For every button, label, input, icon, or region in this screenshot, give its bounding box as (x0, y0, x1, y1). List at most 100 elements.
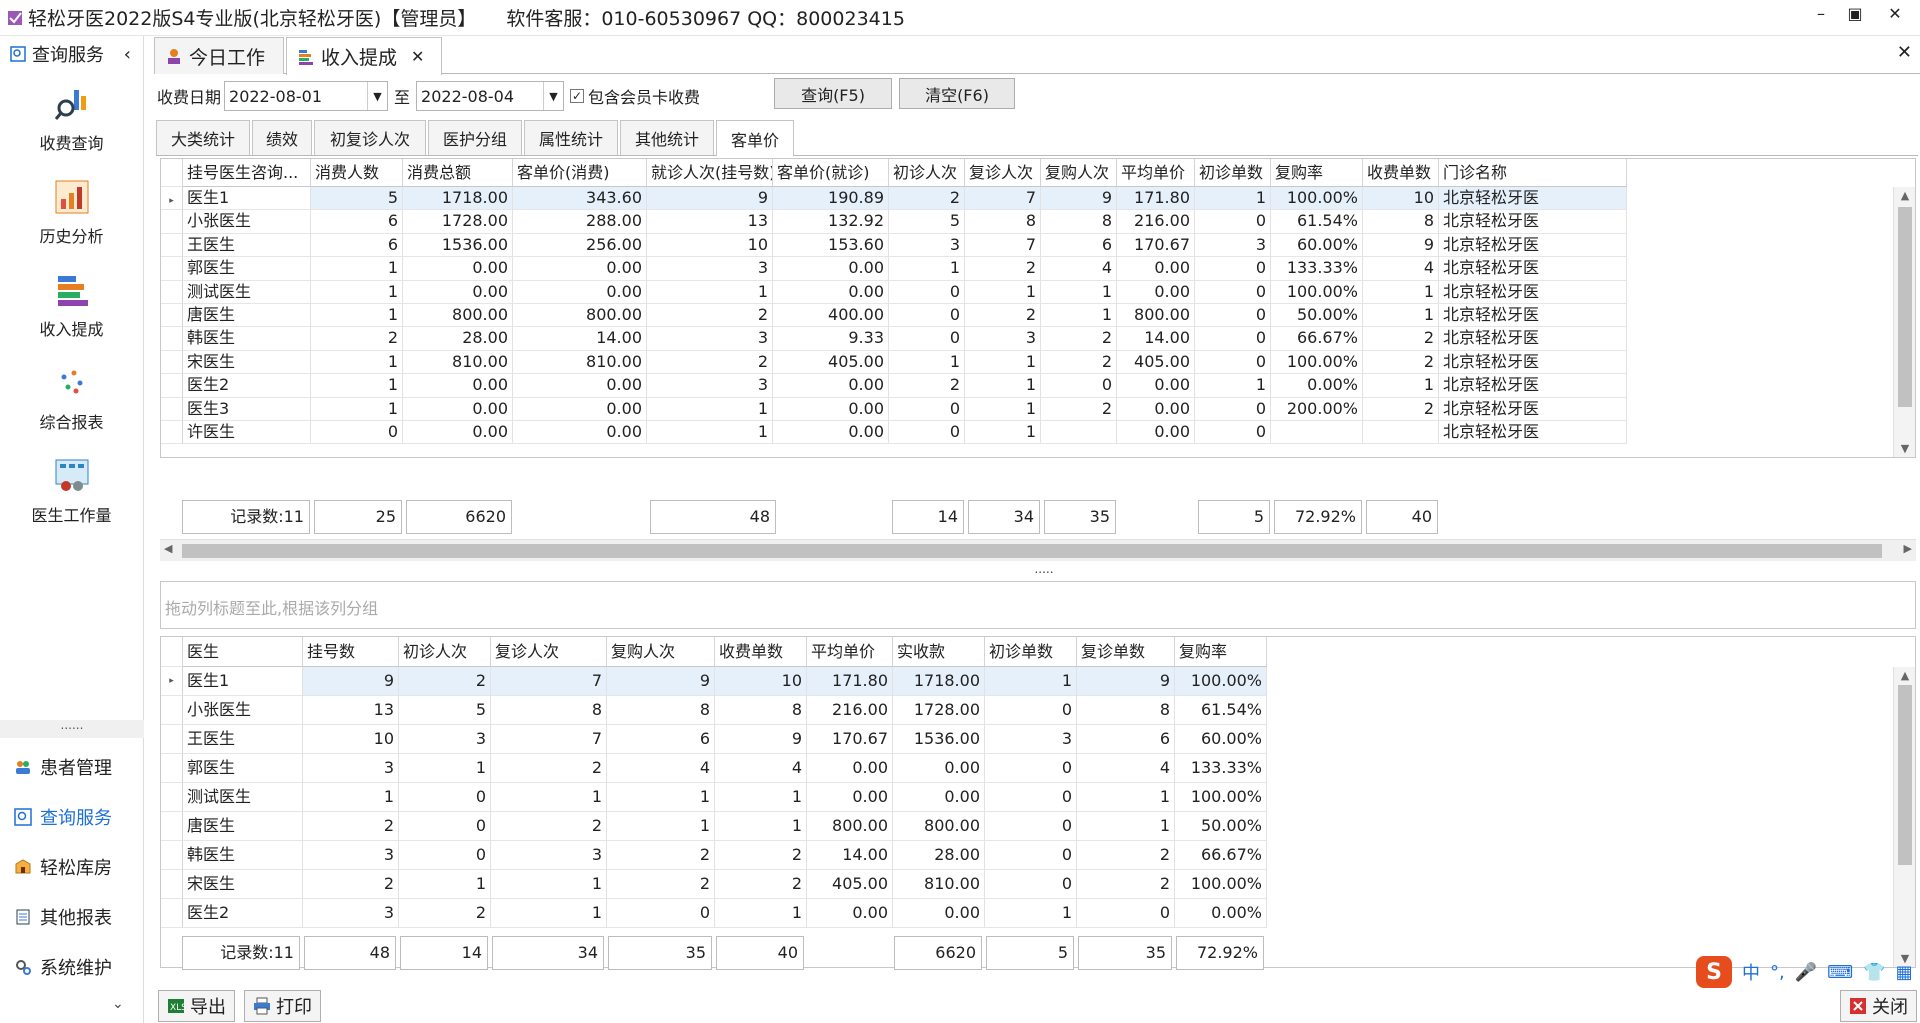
module-patient-management[interactable]: 患者管理 (0, 742, 144, 792)
chevron-down-icon[interactable]: ▼ (543, 82, 563, 110)
table-cell[interactable]: 13 (647, 210, 773, 234)
table-cell[interactable]: 288.00 (513, 210, 647, 234)
row-indicator[interactable] (161, 783, 183, 812)
column-header[interactable]: 客单价(消费) (513, 159, 647, 187)
table-cell[interactable]: 韩医生 (183, 841, 303, 870)
table-cell[interactable]: 1 (889, 350, 965, 375)
table-cell[interactable]: 2 (311, 327, 403, 351)
table-cell[interactable]: 测试医生 (183, 783, 303, 812)
row-indicator[interactable] (161, 280, 183, 304)
table-cell[interactable]: 171.80 (807, 667, 893, 696)
sidebar-splitter[interactable]: ...... (0, 719, 144, 738)
table-cell[interactable]: 1 (491, 870, 607, 899)
table-cell[interactable]: 1536.00 (893, 725, 985, 754)
table-cell[interactable]: 9 (715, 725, 807, 754)
table-cell[interactable]: 4 (1041, 257, 1117, 281)
table-cell[interactable]: 3 (647, 374, 773, 398)
table-cell[interactable]: 1 (399, 754, 491, 783)
table-cell[interactable]: 8 (1041, 210, 1117, 234)
vertical-scrollbar[interactable]: ▲ ▼ (1893, 667, 1915, 967)
table-cell[interactable]: 3 (985, 725, 1077, 754)
table-cell[interactable]: 200.00% (1271, 397, 1363, 421)
table-cell[interactable]: 1 (311, 374, 403, 398)
table-cell[interactable]: 0.00 (807, 783, 893, 812)
table-cell[interactable]: 北京轻松牙医 (1439, 210, 1627, 234)
table-cell[interactable]: 唐医生 (183, 304, 311, 328)
table-cell[interactable]: 医生2 (183, 899, 303, 928)
close-tab-icon[interactable]: ✕ (411, 47, 424, 66)
scroll-up-arrow[interactable]: ▲ (1894, 669, 1915, 682)
row-indicator[interactable]: ▸ (161, 187, 183, 211)
table-cell[interactable]: 10 (303, 725, 399, 754)
table-cell[interactable]: 100.00% (1271, 280, 1363, 304)
table-cell[interactable]: 9 (607, 667, 715, 696)
date-from-picker[interactable]: 2022-08-01 ▼ (224, 81, 389, 111)
table-cell[interactable]: 216.00 (807, 696, 893, 725)
table-cell[interactable]: 0.00 (893, 899, 985, 928)
table-cell[interactable]: 0.00 (773, 397, 889, 421)
table-cell[interactable]: 2 (607, 841, 715, 870)
table-cell[interactable]: 0.00 (403, 280, 513, 304)
module-warehouse[interactable]: 轻松库房 (0, 842, 144, 892)
table-cell[interactable]: 7 (965, 187, 1041, 211)
nav-income-commission[interactable]: 收入提成 (0, 258, 143, 351)
table-cell[interactable]: 1 (715, 783, 807, 812)
table-cell[interactable]: 0.00 (1117, 280, 1195, 304)
table-cell[interactable]: 190.89 (773, 187, 889, 211)
table-cell[interactable]: 2 (647, 304, 773, 328)
row-indicator[interactable] (161, 350, 183, 375)
table-cell[interactable]: 0.00 (403, 421, 513, 445)
row-indicator[interactable] (161, 696, 183, 725)
table-cell[interactable]: 100.00% (1271, 350, 1363, 375)
table-cell[interactable]: 1 (715, 899, 807, 928)
table-cell[interactable]: 1 (965, 350, 1041, 375)
table-cell[interactable]: 60.00% (1175, 725, 1267, 754)
table-cell[interactable]: 9.33 (773, 327, 889, 351)
table-cell[interactable]: 0 (985, 870, 1077, 899)
table-cell[interactable]: 小张医生 (183, 696, 303, 725)
column-header[interactable]: 复购人次 (607, 637, 715, 667)
table-cell[interactable]: 810.00 (403, 350, 513, 375)
table-cell[interactable]: 343.60 (513, 187, 647, 211)
table-cell[interactable]: 0 (889, 421, 965, 445)
column-header[interactable]: 收费单数 (715, 637, 807, 667)
table-cell[interactable]: 0.00 (807, 899, 893, 928)
table-cell[interactable]: 66.67% (1175, 841, 1267, 870)
column-header[interactable]: 挂号数 (303, 637, 399, 667)
table-cell[interactable]: 医生1 (183, 187, 311, 211)
table-cell[interactable]: 14.00 (1117, 327, 1195, 351)
scroll-down-arrow[interactable]: ▼ (1894, 442, 1915, 455)
table-cell[interactable]: 9 (303, 667, 399, 696)
table-cell[interactable]: 1 (1041, 280, 1117, 304)
table-cell[interactable]: 0 (1041, 374, 1117, 398)
table-cell[interactable]: 2 (889, 374, 965, 398)
table-cell[interactable]: 王医生 (183, 725, 303, 754)
table-cell[interactable]: 2 (1077, 841, 1175, 870)
table-cell[interactable]: 1 (985, 899, 1077, 928)
table-cell[interactable]: 0 (1195, 327, 1271, 351)
table-cell[interactable]: 6 (607, 725, 715, 754)
table-cell[interactable]: 171.80 (1117, 187, 1195, 211)
scroll-right-arrow[interactable]: ▶ (1904, 542, 1912, 555)
table-cell[interactable]: 2 (1041, 350, 1117, 375)
table-cell[interactable]: 1 (311, 350, 403, 375)
subtab-visit-counts[interactable]: 初复诊人次 (314, 120, 426, 155)
table-cell[interactable]: 405.00 (807, 870, 893, 899)
table-cell[interactable]: 8 (607, 696, 715, 725)
vertical-scrollbar[interactable]: ▲ ▼ (1893, 187, 1915, 457)
table-cell[interactable]: 28.00 (893, 841, 985, 870)
table-cell[interactable]: 9 (1077, 667, 1175, 696)
table-cell[interactable]: 800.00 (513, 304, 647, 328)
table-cell[interactable]: 10 (1363, 187, 1439, 211)
table-cell[interactable]: 1 (399, 870, 491, 899)
export-button[interactable]: XLS 导出 (158, 990, 235, 1022)
table-cell[interactable]: 1 (985, 667, 1077, 696)
table-cell[interactable]: 6 (1077, 725, 1175, 754)
table-cell[interactable]: 0.00 (1117, 374, 1195, 398)
subtab-attribute-stats[interactable]: 属性统计 (524, 120, 618, 155)
ime-lang-toggle[interactable]: 中 (1742, 959, 1760, 985)
table-cell[interactable]: 3 (303, 899, 399, 928)
row-indicator[interactable] (161, 210, 183, 234)
nav-charge-query[interactable]: 收费查询 (0, 72, 143, 165)
table-cell[interactable]: 北京轻松牙医 (1439, 374, 1627, 398)
